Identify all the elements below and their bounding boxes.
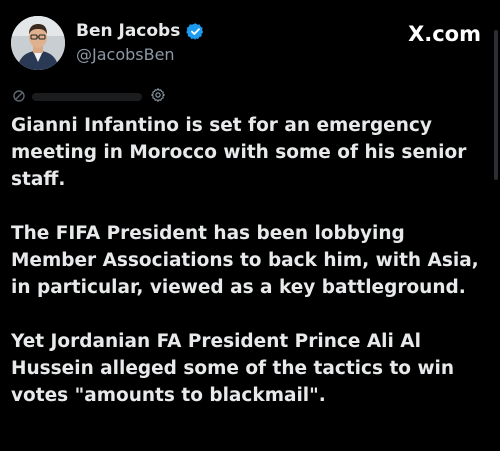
scrollbar[interactable] <box>494 30 498 180</box>
tweet-paragraph: The FIFA President has been lobbying Mem… <box>11 223 479 298</box>
brand-label: X.com <box>408 22 481 46</box>
meta-placeholder <box>32 93 142 101</box>
settings-icon[interactable] <box>150 87 166 107</box>
tweet-paragraph: Gianni Infantino is set for an emergency… <box>11 115 467 190</box>
profile-photo <box>11 16 65 70</box>
tweet-header: Ben Jacobs @JacobsBen X.com <box>0 0 500 80</box>
tweet-meta-row <box>12 88 172 106</box>
avatar[interactable] <box>11 16 65 70</box>
verified-badge-icon <box>186 22 205 41</box>
author-display-name[interactable]: Ben Jacobs <box>76 21 180 41</box>
tweet-text: Gianni Infantino is set for an emergency… <box>11 112 489 409</box>
author-name-row: Ben Jacobs <box>76 20 205 42</box>
author-handle[interactable]: @JacobsBen <box>76 45 175 64</box>
tweet-paragraph: Yet Jordanian FA President Prince Ali Al… <box>11 331 455 406</box>
link-icon <box>12 88 26 107</box>
